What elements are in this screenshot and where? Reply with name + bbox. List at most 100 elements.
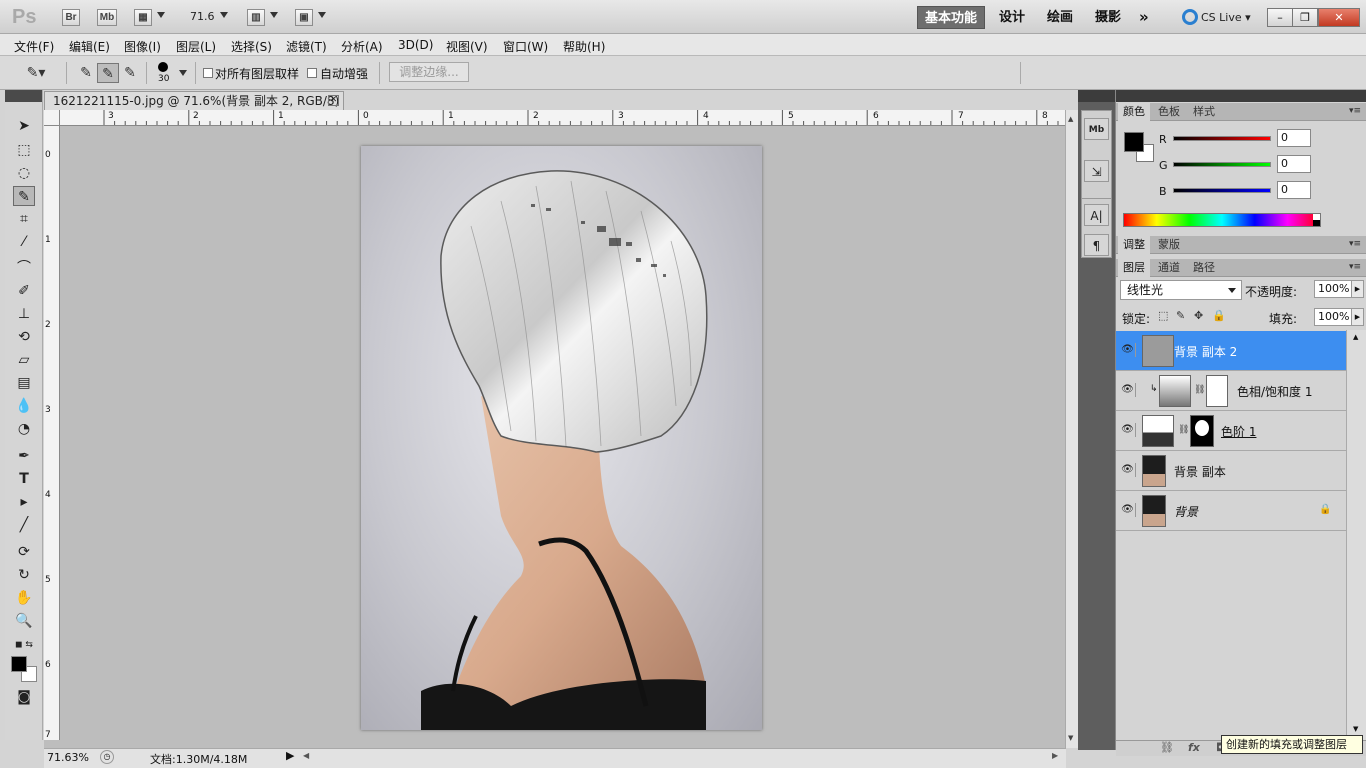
eye-icon[interactable]: 👁 xyxy=(1120,463,1136,477)
eye-icon[interactable]: 👁 xyxy=(1120,383,1136,397)
menu-layer[interactable]: 图层(L) xyxy=(176,38,216,55)
eye-icon[interactable]: 👁 xyxy=(1120,423,1136,437)
scroll-up-icon[interactable]: ▲ xyxy=(1353,333,1358,341)
black-white-chip[interactable] xyxy=(1313,214,1320,226)
layer-name[interactable]: 背景 xyxy=(1174,503,1198,520)
brush-picker-dropdown-icon[interactable] xyxy=(179,70,187,76)
layer-row[interactable]: 👁 背景 副本 xyxy=(1116,451,1346,491)
lasso-tool-icon[interactable]: ◌ xyxy=(13,163,35,183)
lock-transparency-icon[interactable]: ⬚ xyxy=(1158,309,1168,322)
quick-selection-tool-icon[interactable]: ✎ xyxy=(13,186,35,206)
menu-view[interactable]: 视图(V) xyxy=(446,38,488,55)
layer-row[interactable]: 👁 背景 副本 2 xyxy=(1116,331,1346,371)
menu-image[interactable]: 图像(I) xyxy=(124,38,161,55)
layer-thumbnail[interactable] xyxy=(1142,495,1166,527)
arrange-documents-icon[interactable]: ▥ xyxy=(247,9,265,26)
scroll-down-icon[interactable]: ▼ xyxy=(1353,725,1358,733)
fill-slider-arrow-icon[interactable]: ▶ xyxy=(1351,308,1364,326)
minimize-button[interactable]: – xyxy=(1267,8,1293,27)
workspace-essentials[interactable]: 基本功能 xyxy=(917,6,986,29)
layer-name[interactable]: 色相/饱和度 1 xyxy=(1237,383,1313,400)
eraser-tool-icon[interactable]: ▱ xyxy=(13,350,35,370)
spot-healing-tool-icon[interactable]: ⌒ xyxy=(13,258,35,278)
3d-orbit-tool-icon[interactable]: ↻ xyxy=(13,565,35,585)
layer-row[interactable]: 👁 背景 🔒 xyxy=(1116,491,1346,531)
layer-style-icon[interactable]: fx xyxy=(1188,741,1200,754)
crop-tool-icon[interactable]: ⌗ xyxy=(13,209,35,229)
document-tab[interactable]: 1621221115-0.jpg @ 71.6%(背景 副本 2, RGB/8)… xyxy=(44,91,344,126)
scroll-up-icon[interactable]: ▲ xyxy=(1068,115,1073,123)
tab-swatches[interactable]: 色板 xyxy=(1153,103,1185,121)
blur-tool-icon[interactable]: 💧 xyxy=(13,396,35,416)
layers-scrollbar[interactable]: ▲ ▼ xyxy=(1346,330,1366,740)
close-button[interactable]: ✕ xyxy=(1318,8,1360,27)
layer-row[interactable]: 👁 ↳ ⛓ 色相/饱和度 1 xyxy=(1116,371,1346,411)
opacity-input[interactable]: 100% xyxy=(1314,280,1352,298)
character-panel-icon[interactable]: A| xyxy=(1084,204,1109,226)
link-icon[interactable]: ⛓ xyxy=(1194,385,1205,395)
hand-tool-icon[interactable]: ✋ xyxy=(13,588,35,608)
layer-name[interactable]: 色阶 1 xyxy=(1221,423,1256,440)
layer-mask-thumbnail[interactable] xyxy=(1190,415,1214,447)
menu-window[interactable]: 窗口(W) xyxy=(503,38,548,55)
layer-name[interactable]: 背景 副本 2 xyxy=(1174,343,1237,360)
foreground-color-swatch[interactable] xyxy=(11,656,27,672)
blue-channel-slider[interactable] xyxy=(1173,188,1271,193)
marquee-tool-icon[interactable]: ⬚ xyxy=(13,140,35,160)
lock-position-icon[interactable]: ✥ xyxy=(1194,309,1203,322)
subtract-from-selection-icon[interactable]: ✎ xyxy=(119,63,141,83)
screen-mode-icon[interactable]: ▣ xyxy=(295,9,313,26)
move-tool-icon[interactable]: ➤ xyxy=(13,116,35,136)
panel-menu-icon[interactable]: ▾≡ xyxy=(1349,262,1361,272)
levels-adjustment-icon[interactable] xyxy=(1142,415,1174,447)
bridge-button[interactable]: Br xyxy=(62,9,80,26)
path-selection-tool-icon[interactable]: ▸ xyxy=(13,492,35,512)
tab-masks[interactable]: 蒙版 xyxy=(1153,236,1185,254)
workspace-design[interactable]: 设计 xyxy=(992,6,1032,29)
zoom-status[interactable]: 71.63% xyxy=(47,751,89,764)
green-channel-input[interactable]: 0 xyxy=(1277,155,1311,173)
panels-header[interactable] xyxy=(1116,90,1366,102)
red-channel-input[interactable]: 0 xyxy=(1277,129,1311,147)
dock-header[interactable] xyxy=(1078,90,1115,102)
gradient-tool-icon[interactable]: ▤ xyxy=(13,373,35,393)
tab-paths[interactable]: 路径 xyxy=(1188,259,1220,277)
blue-channel-input[interactable]: 0 xyxy=(1277,181,1311,199)
brush-preview-icon[interactable] xyxy=(158,62,168,72)
zoom-tool-icon[interactable]: 🔍 xyxy=(13,611,35,631)
history-panel-icon[interactable]: ⇲ xyxy=(1084,160,1109,182)
mini-bridge-panel-icon[interactable]: Mb xyxy=(1084,118,1109,140)
link-layers-icon[interactable]: ⛓ xyxy=(1160,741,1174,754)
workspace-photography[interactable]: 摄影 xyxy=(1088,6,1128,29)
horizontal-ruler[interactable]: 3 2 1 0 1 2 3 4 5 6 7 8 xyxy=(60,110,1065,126)
layer-row[interactable]: 👁 ⛓ 色阶 1 xyxy=(1116,411,1346,451)
scroll-right-icon[interactable]: ▶ xyxy=(1052,751,1058,760)
pen-tool-icon[interactable]: ✒ xyxy=(13,446,35,466)
restore-button[interactable]: ❐ xyxy=(1292,8,1318,27)
panel-menu-icon[interactable]: ▾≡ xyxy=(1349,239,1361,249)
line-shape-tool-icon[interactable]: ╱ xyxy=(13,515,35,535)
menu-filter[interactable]: 滤镜(T) xyxy=(286,38,327,55)
vertical-scrollbar[interactable]: ▲ ▼ xyxy=(1065,110,1078,748)
ruler-origin[interactable] xyxy=(44,110,60,126)
status-menu-arrow-icon[interactable]: ▶ xyxy=(286,749,294,762)
status-info-icon[interactable]: ◷ xyxy=(100,750,114,764)
tool-preset-picker-icon[interactable]: ✎▾ xyxy=(21,63,51,83)
vertical-ruler[interactable]: 0 1 2 3 4 5 6 7 xyxy=(44,126,60,740)
screen-mode-dropdown-icon[interactable] xyxy=(318,12,326,18)
color-spectrum-bar[interactable] xyxy=(1123,213,1321,227)
scroll-down-icon[interactable]: ▼ xyxy=(1068,734,1073,742)
arrange-dropdown-icon[interactable] xyxy=(270,12,278,18)
auto-enhance-checkbox[interactable] xyxy=(307,68,317,78)
layer-thumbnail[interactable] xyxy=(1142,455,1166,487)
view-extras-dropdown-icon[interactable] xyxy=(157,12,165,18)
blend-mode-select[interactable]: 线性光 xyxy=(1120,280,1242,300)
eye-icon[interactable]: 👁 xyxy=(1120,503,1136,517)
image-canvas[interactable] xyxy=(361,146,762,730)
hue-saturation-adjustment-icon[interactable] xyxy=(1159,375,1191,407)
opacity-slider-arrow-icon[interactable]: ▶ xyxy=(1351,280,1364,298)
clone-stamp-tool-icon[interactable]: ⊥ xyxy=(13,304,35,324)
menu-3d[interactable]: 3D(D) xyxy=(398,38,433,52)
mini-bridge-button[interactable]: Mb xyxy=(97,9,117,26)
history-brush-tool-icon[interactable]: ⟲ xyxy=(13,327,35,347)
